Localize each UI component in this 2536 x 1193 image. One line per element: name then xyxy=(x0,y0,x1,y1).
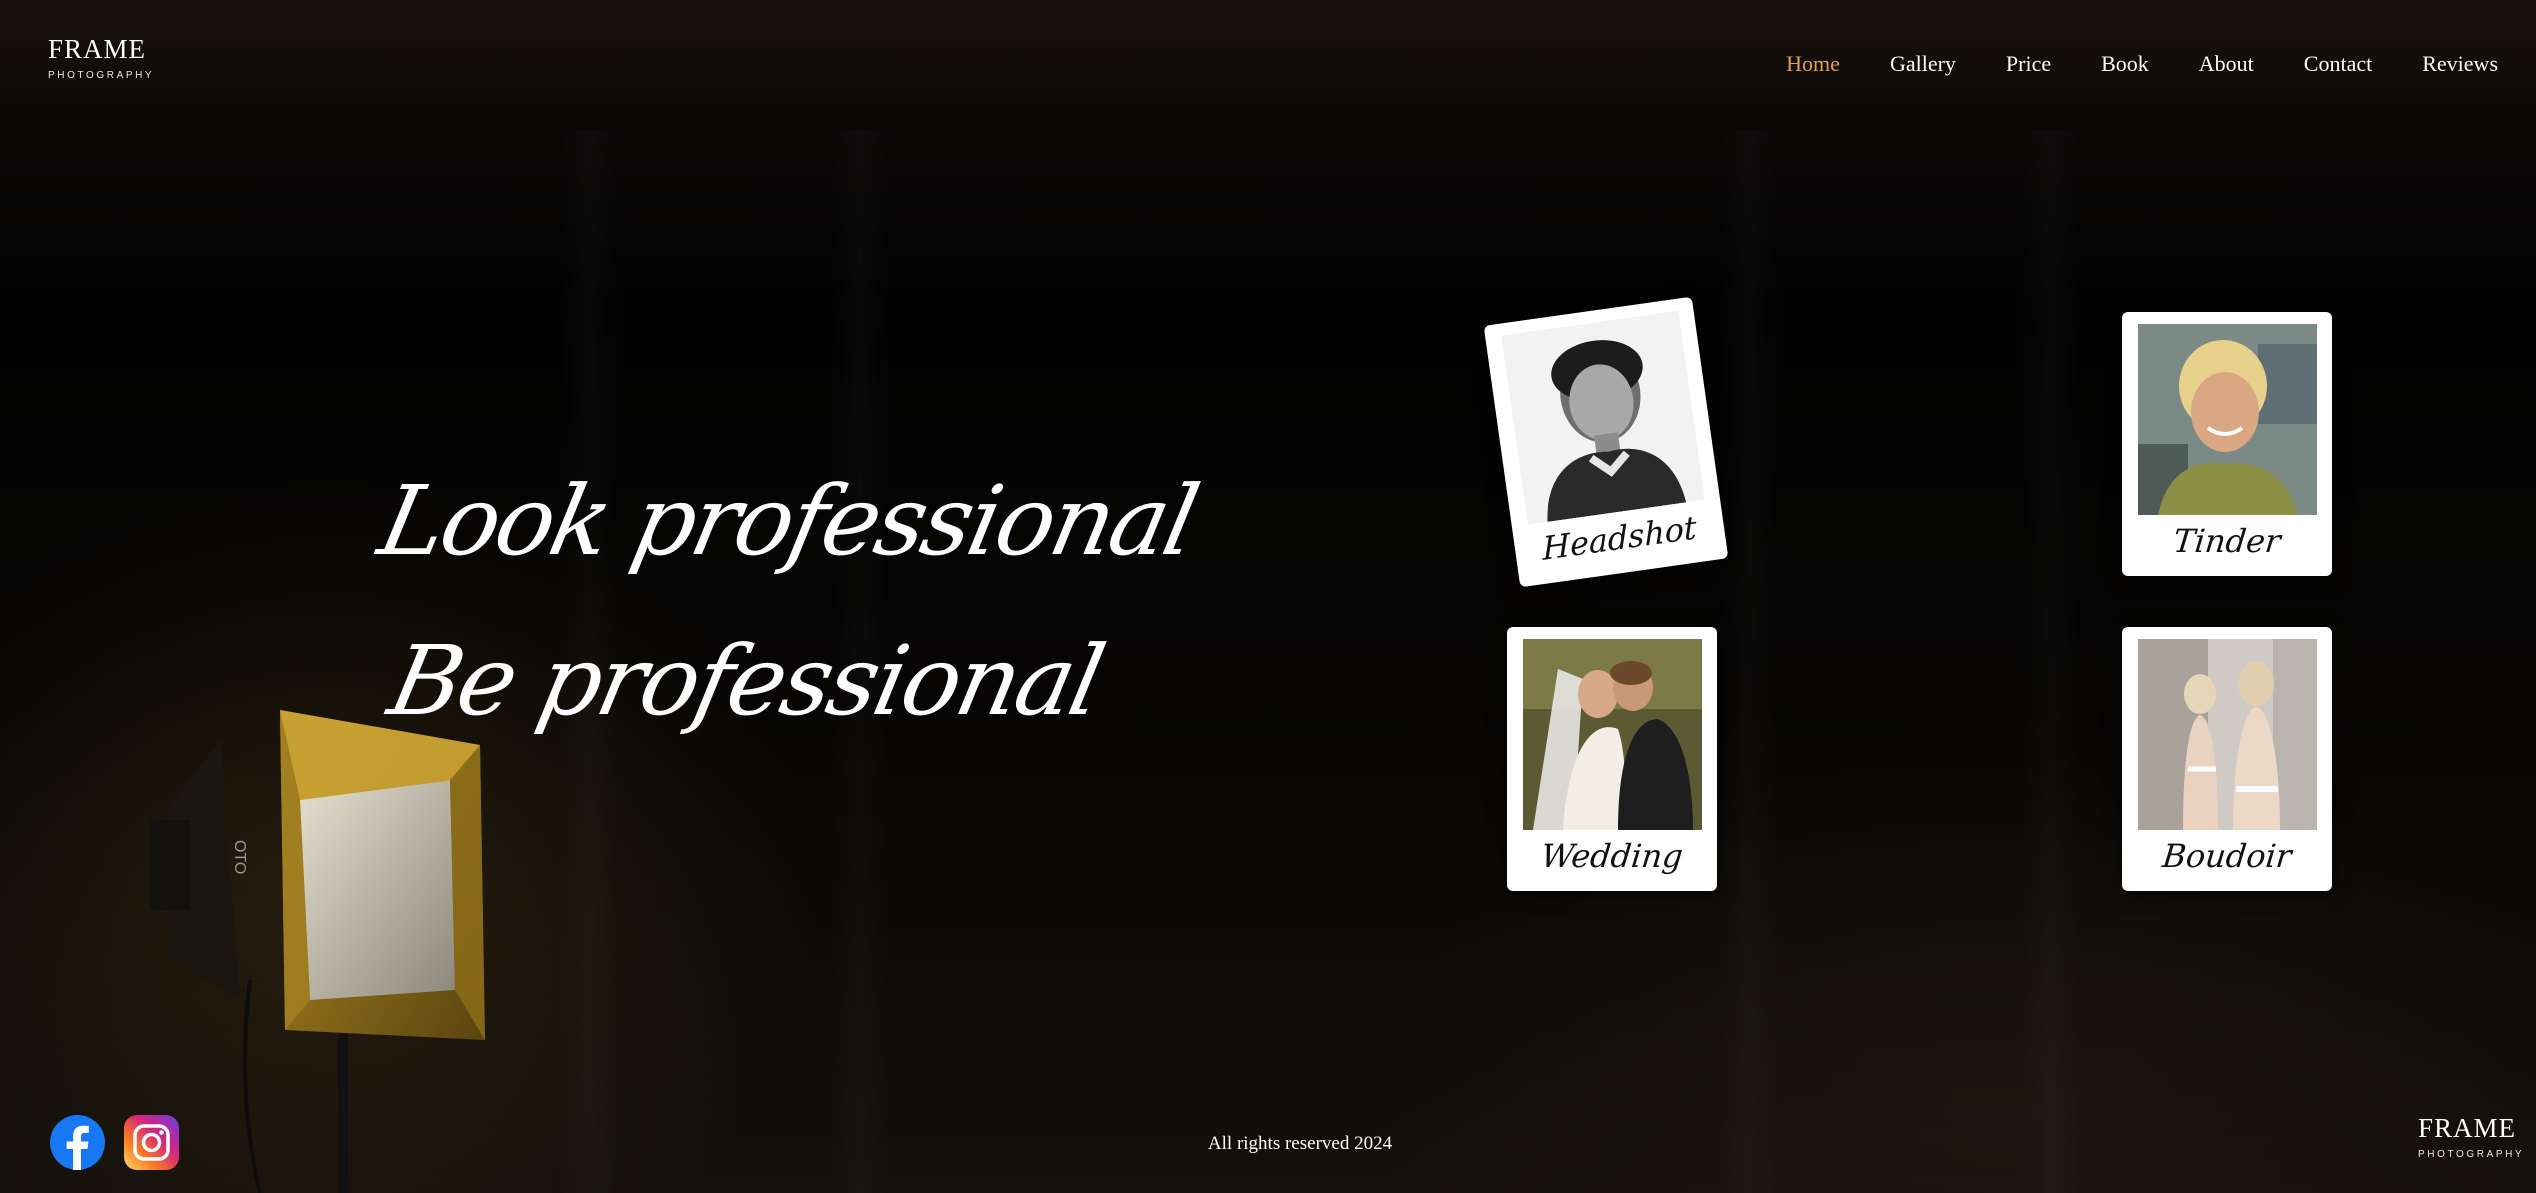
card-boudoir[interactable]: Boudoir xyxy=(2122,627,2332,891)
copyright-text: All rights reserved 2024 xyxy=(1207,1133,1393,1154)
softbox-light-image: OTO xyxy=(150,710,485,1193)
instagram-link[interactable] xyxy=(124,1115,179,1170)
logo-wordmark: FRAME xyxy=(48,34,147,64)
card-tinder[interactable]: Tinder xyxy=(2122,312,2332,576)
card-wedding[interactable]: Wedding xyxy=(1507,627,1717,891)
instagram-icon xyxy=(124,1115,179,1170)
card-caption: Boudoir xyxy=(2160,837,2294,875)
boudoir-photo xyxy=(2138,639,2317,830)
logo-tagline: PHOTOGRAPHY xyxy=(48,70,155,81)
backdrop-fold xyxy=(1720,130,1780,1193)
nav-home[interactable]: Home xyxy=(1786,48,1840,80)
card-headshot[interactable]: Headshot xyxy=(1483,296,1729,588)
hero-subheadline: Be professional xyxy=(380,625,1112,737)
wedding-photo xyxy=(1523,639,1702,830)
page: FRAME PHOTOGRAPHY Home Gallery Price Boo… xyxy=(0,0,2536,1193)
header-logo[interactable]: FRAME PHOTOGRAPHY xyxy=(48,34,155,84)
backdrop-fold xyxy=(2020,130,2080,1193)
card-caption: Wedding xyxy=(1539,837,1685,875)
facebook-link[interactable] xyxy=(50,1115,105,1170)
main-nav: Home Gallery Price Book About Contact Re… xyxy=(1736,48,2498,80)
card-caption: Tinder xyxy=(2171,522,2283,560)
hero-headline: Look professional xyxy=(370,465,1206,577)
nav-contact[interactable]: Contact xyxy=(2304,48,2372,80)
nav-gallery[interactable]: Gallery xyxy=(1890,48,1956,80)
nav-book[interactable]: Book xyxy=(2101,48,2149,80)
svg-text:OTO: OTO xyxy=(231,840,248,874)
footer-logo-tagline: PHOTOGRAPHY xyxy=(2418,1149,2525,1160)
nav-about[interactable]: About xyxy=(2199,48,2254,80)
facebook-icon xyxy=(50,1115,105,1170)
tinder-photo xyxy=(2138,324,2317,515)
nav-reviews[interactable]: Reviews xyxy=(2422,48,2498,80)
footer-logo-wordmark: FRAME xyxy=(2418,1113,2517,1143)
nav-price[interactable]: Price xyxy=(2006,48,2051,80)
footer-logo[interactable]: FRAME PHOTOGRAPHY xyxy=(2418,1113,2525,1163)
headshot-photo xyxy=(1501,310,1706,525)
